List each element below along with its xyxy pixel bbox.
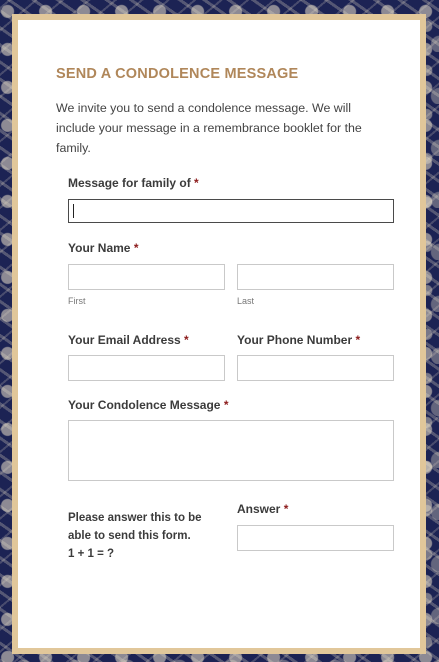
captcha-question: Please answer this to be able to send th…: [68, 509, 223, 563]
form-intro: We invite you to send a condolence messa…: [56, 101, 362, 155]
captcha-answer-input[interactable]: [237, 525, 394, 551]
phone-label-text: Your Phone Number: [237, 333, 353, 347]
condolence-form-card: SEND A CONDOLENCE MESSAGE We invite you …: [18, 20, 420, 648]
decorative-frame: SEND A CONDOLENCE MESSAGE We invite you …: [12, 14, 426, 654]
form-title: SEND A CONDOLENCE MESSAGE: [56, 66, 299, 82]
first-name-input[interactable]: [68, 264, 225, 290]
required-asterisk: *: [283, 502, 289, 516]
required-asterisk: *: [184, 333, 189, 347]
email-label: Your Email Address *: [68, 332, 189, 348]
email-field[interactable]: [68, 355, 225, 381]
message-label: Your Condolence Message *: [68, 397, 229, 413]
last-name-input[interactable]: [237, 264, 394, 290]
required-asterisk: *: [355, 333, 361, 347]
answer-label: Answer *: [237, 501, 288, 517]
required-asterisk: *: [223, 398, 229, 412]
required-asterisk: *: [133, 241, 139, 255]
name-label-text: Your Name: [68, 241, 131, 255]
message-label-text: Your Condolence Message: [68, 398, 221, 412]
family-name-input[interactable]: [68, 199, 394, 223]
answer-label-text: Answer: [237, 502, 281, 516]
captcha-instruction: Please answer this to be able to send th…: [68, 512, 202, 542]
name-label: Your Name *: [68, 240, 138, 256]
condolence-message-textarea[interactable]: [68, 420, 394, 481]
text-caret: [73, 204, 74, 218]
captcha-equation: 1 + 1 = ?: [68, 548, 115, 560]
required-asterisk: *: [194, 176, 199, 190]
email-label-text: Your Email Address: [68, 333, 181, 347]
phone-label: Your Phone Number *: [237, 332, 360, 348]
first-name-sublabel: First: [68, 296, 86, 306]
phone-field[interactable]: [237, 355, 394, 381]
last-name-sublabel: Last: [237, 296, 255, 306]
family-label: Message for family of *: [68, 175, 199, 191]
family-label-text: Message for family of: [68, 176, 191, 190]
